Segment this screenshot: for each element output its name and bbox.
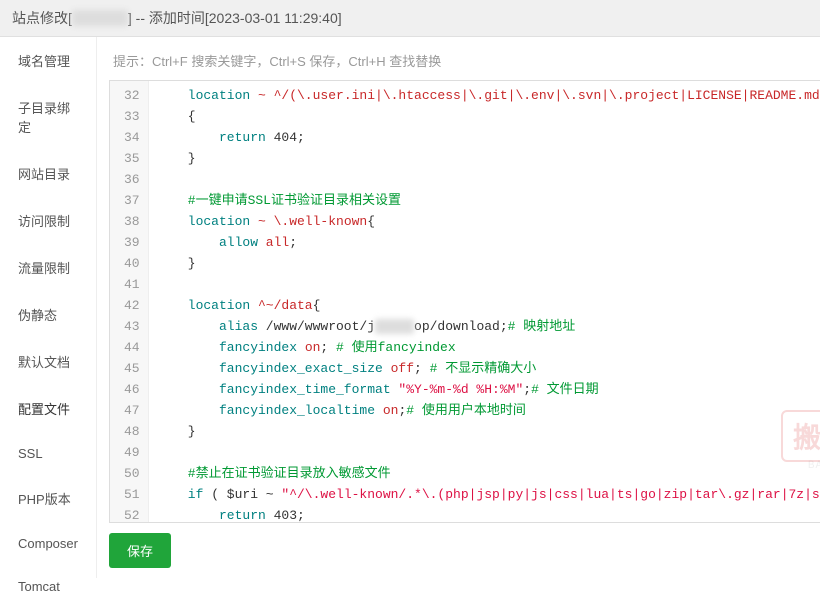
title-blur: xxxxxxxx (72, 10, 128, 26)
sidebar-item-1[interactable]: 子目录绑定 (0, 84, 96, 150)
line-number: 38 (124, 211, 140, 232)
code-line[interactable]: } (157, 421, 820, 442)
sidebar-item-9[interactable]: PHP版本 (0, 475, 96, 522)
code-line[interactable]: location ~ ^/(\.user.ini|\.htaccess|\.gi… (157, 85, 820, 106)
code-line[interactable] (157, 442, 820, 463)
sidebar-item-5[interactable]: 伪静态 (0, 291, 96, 338)
sidebar-item-3[interactable]: 访问限制 (0, 197, 96, 244)
line-number: 41 (124, 274, 140, 295)
line-number: 37 (124, 190, 140, 211)
code-line[interactable]: } (157, 253, 820, 274)
line-number: 52 (124, 505, 140, 523)
code-line[interactable]: fancyindex on; # 使用fancyindex (157, 337, 820, 358)
code-line[interactable]: return 403; (157, 505, 820, 522)
code-line[interactable]: #一键申请SSL证书验证目录相关设置 (157, 190, 820, 211)
title-prefix: 站点修改[ (12, 10, 72, 26)
code-line[interactable]: location ^~/data{ (157, 295, 820, 316)
sidebar-item-4[interactable]: 流量限制 (0, 244, 96, 291)
title-suffix: ] -- 添加时间[2023-03-01 11:29:40] (128, 10, 342, 26)
line-number: 39 (124, 232, 140, 253)
code-line[interactable]: allow all; (157, 232, 820, 253)
line-number: 49 (124, 442, 140, 463)
line-number: 32 (124, 85, 140, 106)
code-line[interactable]: fancyindex_localtime on;# 使用用户本地时间 (157, 400, 820, 421)
code-line[interactable]: location ~ \.well-known{ (157, 211, 820, 232)
code-line[interactable] (157, 169, 820, 190)
line-number: 51 (124, 484, 140, 505)
sidebar-item-7[interactable]: 配置文件 (0, 385, 96, 432)
line-number: 43 (124, 316, 140, 337)
save-button[interactable]: 保存 (109, 533, 171, 568)
line-number: 33 (124, 106, 140, 127)
code-line[interactable]: #禁止在证书验证目录放入敏感文件 (157, 463, 820, 484)
code-line[interactable]: return 404; (157, 127, 820, 148)
line-number: 45 (124, 358, 140, 379)
sidebar-item-2[interactable]: 网站目录 (0, 150, 96, 197)
code-line[interactable]: } (157, 148, 820, 169)
line-number: 50 (124, 463, 140, 484)
line-number: 44 (124, 337, 140, 358)
line-number: 48 (124, 421, 140, 442)
code-editor[interactable]: 3233343536373839404142434445464748495051… (109, 80, 820, 523)
line-number: 40 (124, 253, 140, 274)
code-line[interactable] (157, 274, 820, 295)
line-number: 34 (124, 127, 140, 148)
main-panel: 提示：Ctrl+F 搜索关键字，Ctrl+S 保存，Ctrl+H 查找替换 32… (97, 37, 820, 578)
code-area[interactable]: location ~ ^/(\.user.ini|\.htaccess|\.gi… (149, 81, 820, 522)
line-number: 46 (124, 379, 140, 400)
line-number: 35 (124, 148, 140, 169)
hint-text: 提示：Ctrl+F 搜索关键字，Ctrl+S 保存，Ctrl+H 查找替换 (109, 45, 820, 80)
sidebar-item-10[interactable]: Composer (0, 522, 96, 565)
line-number: 42 (124, 295, 140, 316)
code-line[interactable]: fancyindex_exact_size off; # 不显示精确大小 (157, 358, 820, 379)
window-title: 站点修改[xxxxxxxx] -- 添加时间[2023-03-01 11:29:… (0, 0, 820, 37)
line-number: 47 (124, 400, 140, 421)
code-line[interactable]: { (157, 106, 820, 127)
line-number: 36 (124, 169, 140, 190)
code-line[interactable]: if ( $uri ~ "^/\.well-known/.*\.(php|jsp… (157, 484, 820, 505)
sidebar-item-8[interactable]: SSL (0, 432, 96, 475)
sidebar-item-0[interactable]: 域名管理 (0, 37, 96, 84)
sidebar: 域名管理子目录绑定网站目录访问限制流量限制伪静态默认文档配置文件SSLPHP版本… (0, 37, 97, 578)
sidebar-item-6[interactable]: 默认文档 (0, 338, 96, 385)
sidebar-item-11[interactable]: Tomcat (0, 565, 96, 608)
line-gutter: 3233343536373839404142434445464748495051… (110, 81, 149, 522)
code-line[interactable]: fancyindex_time_format "%Y-%m-%d %H:%M";… (157, 379, 820, 400)
code-line[interactable]: alias /www/wwwroot/jxxxxxop/download;# 映… (157, 316, 820, 337)
